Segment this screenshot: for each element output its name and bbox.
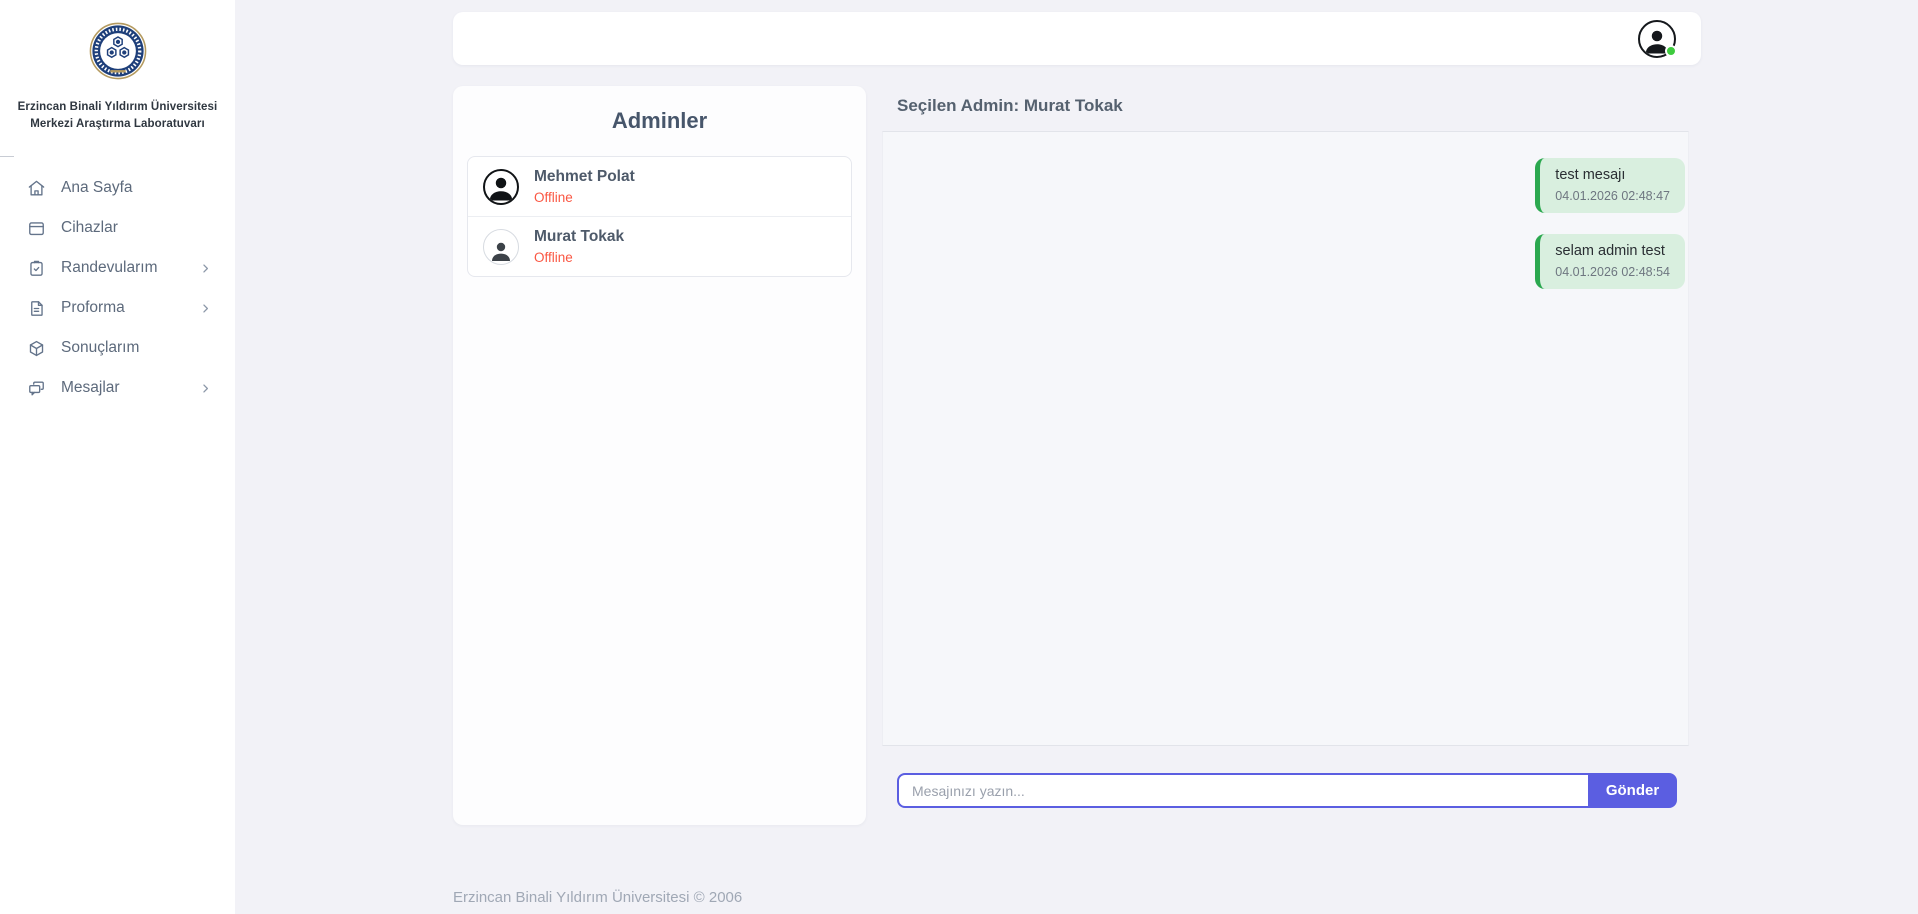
sidebar-item-cihazlar[interactable]: Cihazlar [0,208,235,248]
chat-message-timestamp: 04.01.2026 02:48:54 [1555,265,1670,279]
selected-admin-header: Seçilen Admin: Murat Tokak [882,96,1689,116]
university-seal-logo [89,67,147,84]
sidebar-item-label: Mesajlar [61,379,120,397]
message-input-group: Gönder [897,773,1677,808]
sidebar-item-mesajlar[interactable]: Mesajlar [0,368,235,408]
admin-list-item-mehmet-polat[interactable]: Mehmet Polat Offline [468,157,851,216]
sidebar-item-ana-sayfa[interactable]: Ana Sayfa [0,168,235,208]
university-name-line1: Erzincan Binali Yıldırım Üniversitesi [0,99,235,116]
chat-message-timestamp: 04.01.2026 02:48:47 [1555,189,1670,203]
sidebar-item-randevularim[interactable]: Randevularım [0,248,235,288]
sidebar: Erzincan Binali Yıldırım Üniversitesi Me… [0,0,235,914]
results-icon [27,339,46,358]
home-icon [27,179,46,198]
chat-panel: Seçilen Admin: Murat Tokak test mesajı 0… [882,96,1689,808]
chat-message: test mesajı 04.01.2026 02:48:47 [1535,158,1685,213]
chat-message-text: test mesajı [1555,167,1670,183]
devices-icon [27,219,46,238]
admin-list-item-murat-tokak[interactable]: Murat Tokak Offline [468,216,851,276]
chevron-right-icon [198,261,213,276]
chat-message: selam admin test 04.01.2026 02:48:54 [1535,234,1685,289]
message-input[interactable] [897,773,1588,808]
chat-message-text: selam admin test [1555,243,1670,259]
admin-list: Mehmet Polat Offline Murat Tokak Offline [467,156,852,277]
admin-info: Mehmet Polat Offline [534,168,635,205]
admin-status-badge: Offline [534,190,635,205]
messages-icon [27,379,46,398]
sidebar-item-label: Ana Sayfa [61,179,133,197]
sidebar-divider [0,156,14,157]
admin-name: Murat Tokak [534,228,624,246]
chevron-right-icon [198,301,213,316]
admin-avatar-icon [483,169,519,205]
footer-copyright: Erzincan Binali Yıldırım Üniversitesi © … [453,889,742,906]
admins-panel: Adminler Mehmet Polat Offline Murat Toka… [453,86,866,825]
user-avatar-button[interactable] [1638,20,1676,58]
admin-name: Mehmet Polat [534,168,635,186]
sidebar-item-label: Randevularım [61,259,158,277]
sidebar-item-label: Cihazlar [61,219,118,237]
sidebar-item-proforma[interactable]: Proforma [0,288,235,328]
sidebar-menu: Ana Sayfa Cihazlar Randevularım [0,168,235,408]
admins-panel-title: Adminler [467,108,852,134]
university-name-line2: Merkezi Araştırma Laboratuvarı [0,116,235,133]
admin-status-badge: Offline [534,250,624,265]
sidebar-item-label: Sonuçlarım [61,339,139,357]
sidebar-item-sonuclarim[interactable]: Sonuçlarım [0,328,235,368]
proforma-icon [27,299,46,318]
chevron-right-icon [198,381,213,396]
top-bar [453,12,1701,65]
admin-info: Murat Tokak Offline [534,228,624,265]
messages-area: test mesajı 04.01.2026 02:48:47 selam ad… [882,131,1689,746]
online-status-dot [1665,45,1677,57]
admin-avatar-icon [483,229,519,265]
sidebar-item-label: Proforma [61,299,125,317]
university-logo-block: Erzincan Binali Yıldırım Üniversitesi Me… [0,0,235,132]
appointments-icon [27,259,46,278]
university-name: Erzincan Binali Yıldırım Üniversitesi Me… [0,99,235,132]
send-button[interactable]: Gönder [1588,773,1677,808]
